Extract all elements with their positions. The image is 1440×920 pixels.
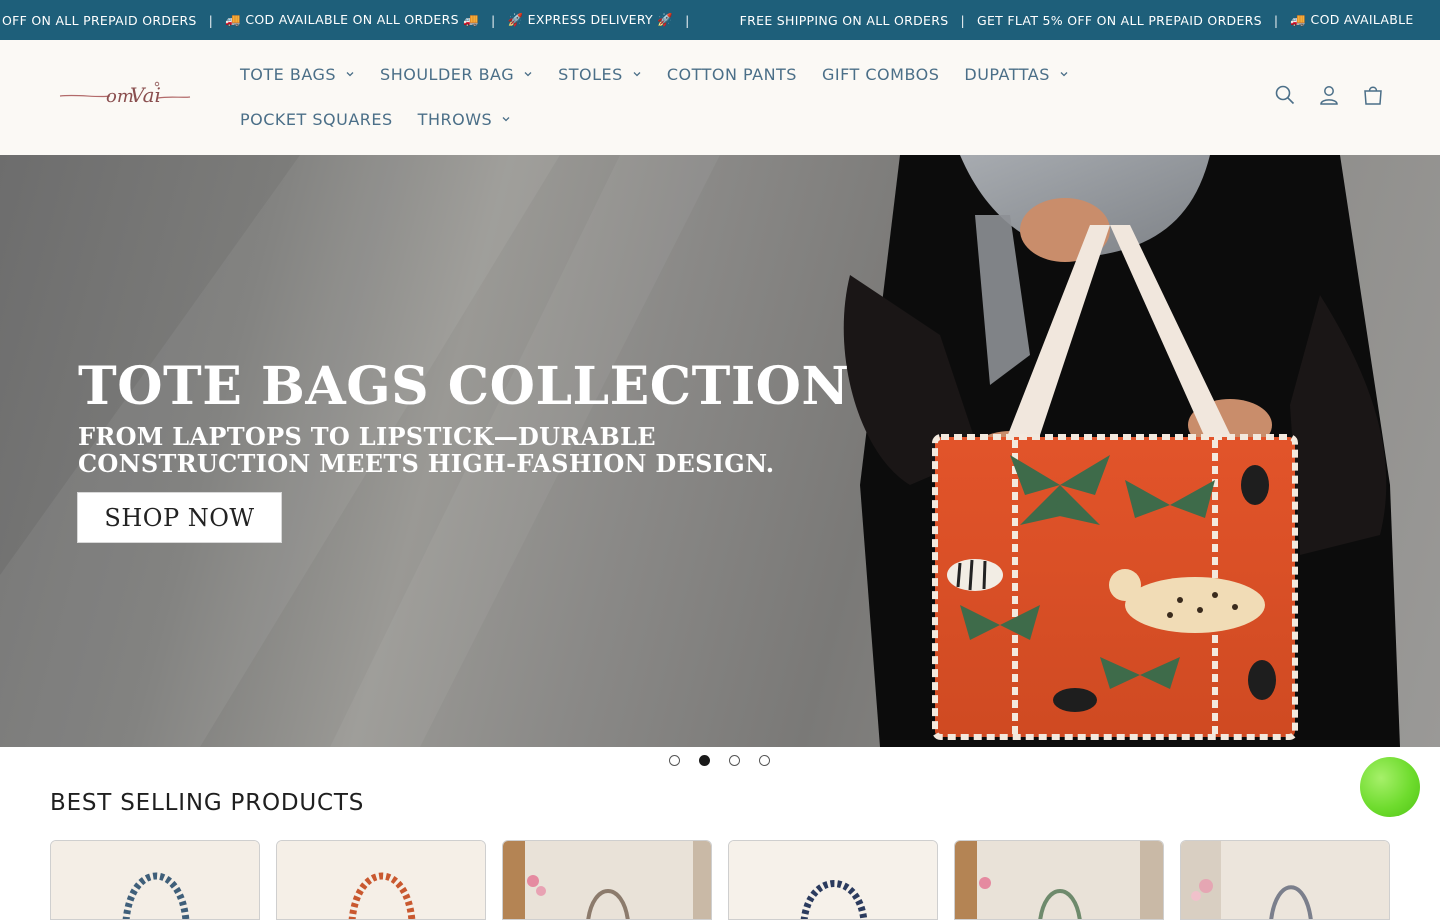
header-actions <box>1274 84 1384 106</box>
brand-logo[interactable]: om Vai <box>58 76 192 116</box>
nav-item-pocket-squares[interactable]: POCKET SQUARES <box>240 110 393 129</box>
slider-dots <box>669 755 770 766</box>
hero-subtitle-line: FROM LAPTOPS TO LIPSTICK—DURABLE <box>78 422 656 451</box>
nav-item-label: COTTON PANTS <box>666 64 797 84</box>
nav-item-shoulder-bag[interactable]: SHOULDER BAG <box>380 65 533 84</box>
nav-row: TOTE BAGS SHOULDER BAG STOLES COTTON PAN… <box>240 59 1094 89</box>
nav-item-throws[interactable]: THROWS <box>418 110 512 129</box>
section-title: BEST SELLING PRODUCTS <box>50 790 365 816</box>
announcement-item: GET FLAT 5% OFF ON ALL PREPAID ORDERS <box>977 12 1262 28</box>
chevron-down-icon <box>524 72 532 77</box>
chevron-down-icon <box>1060 72 1068 77</box>
account-icon[interactable] <box>1318 84 1340 106</box>
announcement-separator: | <box>208 12 214 28</box>
nav-item-dupattas[interactable]: DUPATTAS <box>964 65 1068 84</box>
announcement-separator: | <box>1273 12 1279 28</box>
shop-now-button[interactable]: SHOP NOW <box>77 492 282 543</box>
search-icon[interactable] <box>1274 84 1296 106</box>
product-image <box>503 841 711 919</box>
svg-text:Vai: Vai <box>130 83 161 107</box>
announcement-separator: | <box>685 12 690 28</box>
nav-item-gift-combos[interactable]: GIFT COMBOS <box>822 65 939 84</box>
product-grid <box>50 840 1390 920</box>
hero-banner: TOTE BAGS COLLECTION FROM LAPTOPS TO LIP… <box>0 155 1440 747</box>
nav-item-label: GIFT COMBOS <box>821 64 940 84</box>
chevron-down-icon <box>502 117 510 122</box>
chevron-down-icon <box>346 72 354 77</box>
announcement-separator: | <box>490 12 496 28</box>
announcement-item: 🚚 COD AVAILABLE ON ALL ORDERS 🚚 <box>225 12 479 27</box>
cart-icon[interactable] <box>1362 84 1384 106</box>
slide-dot-4[interactable] <box>759 755 770 766</box>
announcement-item: 🚀 EXPRESS DELIVERY 🚀 <box>507 12 674 27</box>
nav-item-stoles[interactable]: STOLES <box>558 65 642 84</box>
product-card[interactable] <box>1180 840 1390 920</box>
announcement-bar: OFF ON ALL PREPAID ORDERS | 🚚 COD AVAILA… <box>0 0 1440 40</box>
announcement-track: OFF ON ALL PREPAID ORDERS | 🚚 COD AVAILA… <box>0 0 1424 40</box>
nav-item-label: TOTE BAGS <box>240 64 337 84</box>
chevron-down-icon <box>633 72 641 77</box>
nav-item-label: SHOULDER BAG <box>380 64 515 84</box>
product-card[interactable] <box>728 840 938 920</box>
site-header: om Vai TOTE BAGS SHOULDER BAG STOLES COT… <box>0 40 1440 155</box>
nav-item-label: STOLES <box>558 64 623 84</box>
slide-dot-2[interactable] <box>699 755 710 766</box>
product-card[interactable] <box>276 840 486 920</box>
product-image <box>1181 841 1389 919</box>
announcement-separator: | <box>960 12 965 28</box>
nav-item-label: POCKET SQUARES <box>240 109 393 129</box>
announcement-item: FREE SHIPPING ON ALL ORDERS <box>739 12 949 28</box>
hero-subtitle-line: CONSTRUCTION MEETS HIGH-FASHION DESIGN. <box>78 449 775 478</box>
nav-item-label: THROWS <box>417 109 493 129</box>
nav-item-cotton-pants[interactable]: COTTON PANTS <box>667 65 797 84</box>
product-image <box>51 841 259 919</box>
nav-row: POCKET SQUARES THROWS <box>240 104 536 134</box>
product-card[interactable] <box>50 840 260 920</box>
product-image <box>955 841 1163 919</box>
product-image <box>277 841 485 919</box>
product-card[interactable] <box>954 840 1164 920</box>
announcement-item: 🚚 COD AVAILABLE <box>1290 12 1414 27</box>
nav-item-tote-bags[interactable]: TOTE BAGS <box>240 65 355 84</box>
slide-dot-1[interactable] <box>669 755 680 766</box>
nav-item-label: DUPATTAS <box>964 64 1050 84</box>
hero-subtitle: FROM LAPTOPS TO LIPSTICK—DURABLE CONSTRU… <box>78 423 774 477</box>
product-image <box>729 841 937 919</box>
slide-dot-3[interactable] <box>729 755 740 766</box>
hero-title: TOTE BAGS COLLECTION <box>78 356 850 417</box>
product-card[interactable] <box>502 840 712 920</box>
chat-widget-button[interactable] <box>1360 757 1420 817</box>
announcement-item: OFF ON ALL PREPAID ORDERS <box>2 12 197 28</box>
